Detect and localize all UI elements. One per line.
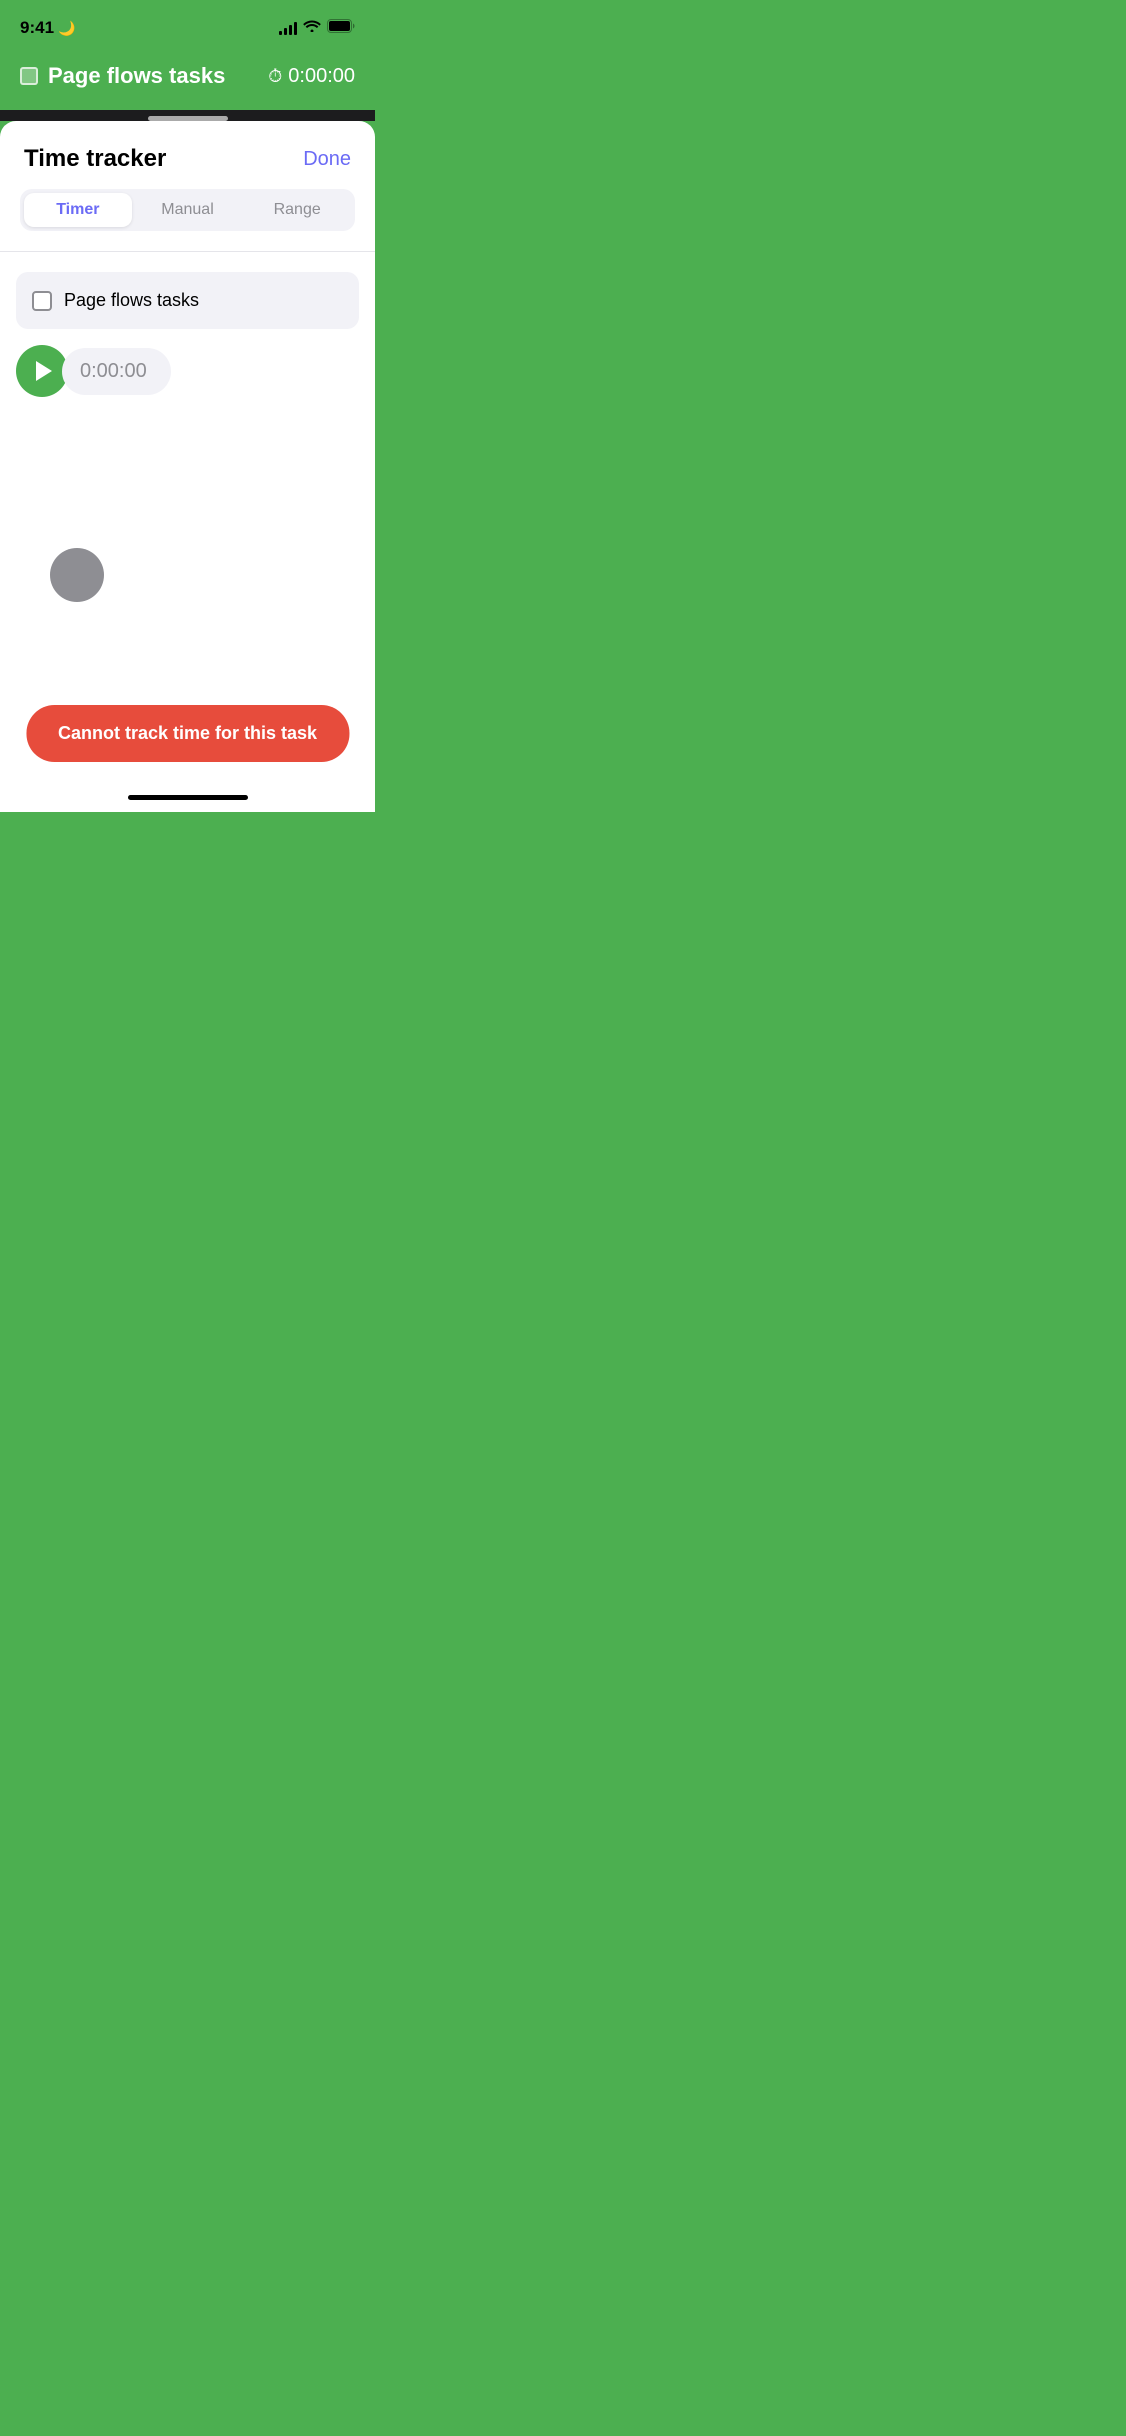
dark-strip	[0, 110, 375, 121]
battery-icon	[327, 19, 355, 38]
divider	[0, 251, 375, 252]
error-toast-text: Cannot track time for this task	[58, 723, 317, 743]
done-button[interactable]: Done	[303, 148, 351, 171]
header-bar: Page flows tasks ⏱ 0:00:00	[0, 50, 375, 110]
status-icons	[279, 19, 355, 38]
header-right: ⏱ 0:00:00	[268, 65, 355, 88]
timer-icon: ⏱	[268, 66, 282, 87]
time-display: 9:41	[20, 18, 54, 38]
timer-display: 0:00:00	[62, 348, 171, 395]
error-toast: Cannot track time for this task	[26, 705, 349, 762]
task-icon	[20, 67, 38, 85]
tab-manual[interactable]: Manual	[134, 193, 242, 227]
floating-circle	[50, 548, 104, 602]
status-bar: 9:41 🌙	[0, 0, 375, 50]
task-card: Page flows tasks	[16, 272, 359, 329]
tab-switcher: Timer Manual Range	[20, 189, 355, 231]
task-checkbox[interactable]	[32, 291, 52, 311]
tab-timer[interactable]: Timer	[24, 193, 132, 227]
moon-icon: 🌙	[58, 20, 75, 37]
play-icon	[36, 361, 52, 381]
home-indicator	[128, 795, 248, 800]
play-button[interactable]	[16, 345, 68, 397]
app-wrapper: 9:41 🌙	[0, 0, 375, 812]
modal-title: Time tracker	[24, 145, 166, 173]
status-time: 9:41 🌙	[20, 18, 75, 38]
tab-range[interactable]: Range	[243, 193, 351, 227]
timer-row: 0:00:00	[16, 345, 359, 397]
modal-sheet: Time tracker Done Timer Manual Range Pag…	[0, 121, 375, 812]
wifi-icon	[303, 19, 321, 37]
header-timer-value: 0:00:00	[288, 65, 355, 88]
signal-icon	[279, 21, 297, 35]
task-name: Page flows tasks	[64, 290, 199, 311]
modal-header: Time tracker Done	[0, 121, 375, 189]
header-title: Page flows tasks	[48, 63, 225, 89]
header-left: Page flows tasks	[20, 63, 225, 89]
